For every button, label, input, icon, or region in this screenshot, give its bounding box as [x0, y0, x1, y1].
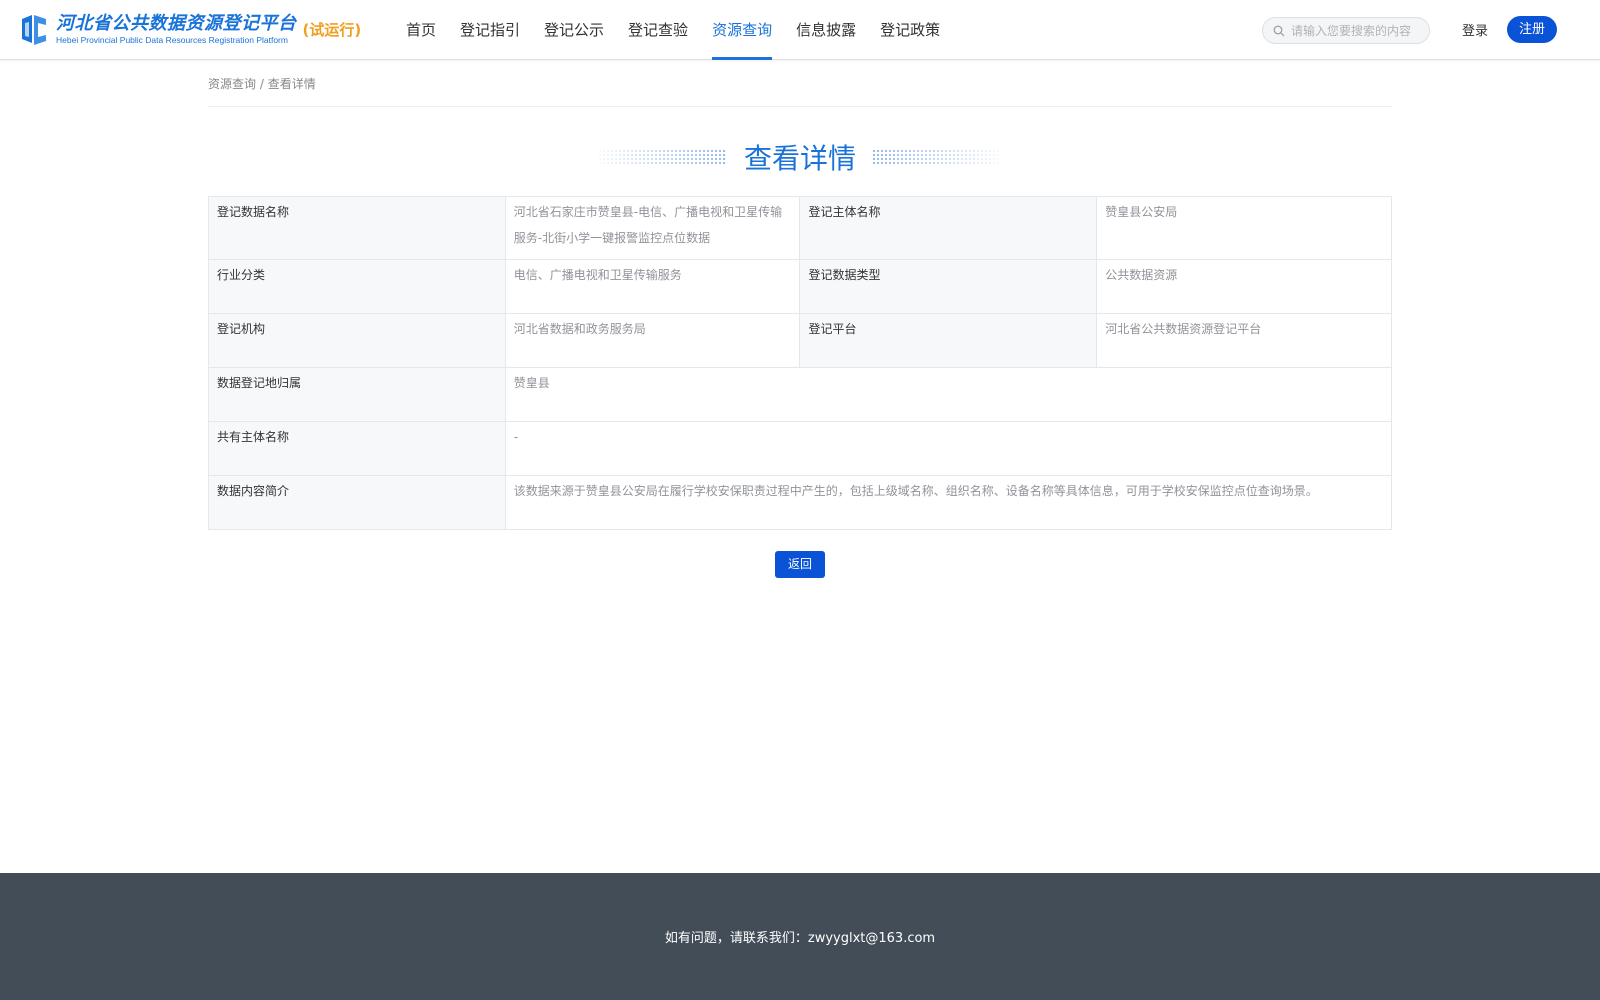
nav-registration-notice[interactable]: 登记公示 — [544, 0, 604, 60]
login-button[interactable]: 登录 — [1462, 20, 1488, 39]
table-row: 行业分类 电信、广播电视和卫星传输服务 登记数据类型 公共数据资源 — [208, 259, 1392, 314]
search-box — [1262, 17, 1430, 44]
footer: 如有问题，请联系我们：zwyyglxt@163.com — [0, 873, 1600, 1000]
nav-home[interactable]: 首页 — [406, 0, 436, 60]
table-row: 共有主体名称 - — [208, 421, 1393, 476]
decor-dots-left-icon — [598, 149, 726, 165]
logo-icon — [22, 15, 46, 45]
label-subject-name: 登记主体名称 — [799, 196, 1098, 260]
table-row: 数据内容简介 该数据来源于赞皇县公安局在履行学校安保职责过程中产生的，包括上级域… — [208, 475, 1393, 530]
value-data-name: 河北省石家庄市赞皇县-电信、广播电视和卫星传输服务-北街小学一键报警监控点位数据 — [504, 196, 801, 260]
table-row: 登记数据名称 河北省石家庄市赞皇县-电信、广播电视和卫星传输服务-北街小学一键报… — [208, 196, 1392, 260]
main-nav: 首页 登记指引 登记公示 登记查验 资源查询 信息披露 登记政策 — [406, 0, 964, 60]
label-institution: 登记机构 — [208, 313, 506, 368]
value-location: 赞皇县 — [504, 367, 1393, 422]
label-data-type: 登记数据类型 — [799, 259, 1098, 314]
label-co-owner: 共有主体名称 — [208, 421, 506, 476]
label-location: 数据登记地归属 — [208, 367, 506, 422]
nav-registration-policy[interactable]: 登记政策 — [880, 0, 940, 60]
search-icon[interactable] — [1273, 25, 1285, 37]
value-summary: 该数据来源于赞皇县公安局在履行学校安保职责过程中产生的，包括上级域名称、组织名称… — [504, 475, 1393, 530]
title-block: 查看详情 — [0, 134, 1600, 180]
nav-registration-verify[interactable]: 登记查验 — [628, 0, 688, 60]
value-institution: 河北省数据和政务服务局 — [504, 313, 801, 368]
breadcrumb-current: 查看详情 — [267, 77, 316, 91]
value-data-type: 公共数据资源 — [1096, 259, 1392, 314]
decor-dots-right-icon — [872, 149, 1000, 165]
breadcrumb: 资源查询 / 查看详情 — [208, 75, 1392, 107]
logo-subtitle: Hebei Provincial Public Data Resources R… — [56, 35, 288, 45]
value-platform: 河北省公共数据资源登记平台 — [1096, 313, 1392, 368]
value-subject-name: 赞皇县公安局 — [1096, 196, 1392, 260]
top-header: 河北省公共数据资源登记平台 Hebei Provincial Public Da… — [0, 0, 1600, 60]
detail-table: 登记数据名称 河北省石家庄市赞皇县-电信、广播电视和卫星传输服务-北街小学一键报… — [208, 196, 1393, 530]
trial-badge: (试运行) — [302, 20, 362, 39]
breadcrumb-separator: / — [256, 77, 268, 91]
breadcrumb-parent[interactable]: 资源查询 — [208, 77, 256, 91]
label-data-name: 登记数据名称 — [208, 196, 506, 260]
register-button[interactable]: 注册 — [1507, 16, 1557, 43]
value-co-owner: - — [504, 421, 1393, 476]
back-button[interactable]: 返回 — [775, 551, 825, 578]
nav-resource-query[interactable]: 资源查询 — [712, 0, 773, 60]
page-title: 查看详情 — [743, 142, 856, 175]
label-platform: 登记平台 — [799, 313, 1098, 368]
nav-info-disclosure[interactable]: 信息披露 — [796, 0, 856, 60]
site-logo[interactable]: 河北省公共数据资源登记平台 Hebei Provincial Public Da… — [18, 12, 378, 48]
value-industry: 电信、广播电视和卫星传输服务 — [504, 259, 801, 314]
label-summary: 数据内容简介 — [208, 475, 506, 530]
table-row: 数据登记地归属 赞皇县 — [208, 367, 1393, 422]
logo-title: 河北省公共数据资源登记平台 — [56, 13, 297, 34]
table-row: 登记机构 河北省数据和政务服务局 登记平台 河北省公共数据资源登记平台 — [208, 313, 1392, 368]
search-input[interactable] — [1291, 23, 1421, 38]
footer-contact: 如有问题，请联系我们：zwyyglxt@163.com — [664, 931, 936, 946]
nav-registration-guide[interactable]: 登记指引 — [460, 0, 520, 60]
label-industry: 行业分类 — [208, 259, 506, 314]
